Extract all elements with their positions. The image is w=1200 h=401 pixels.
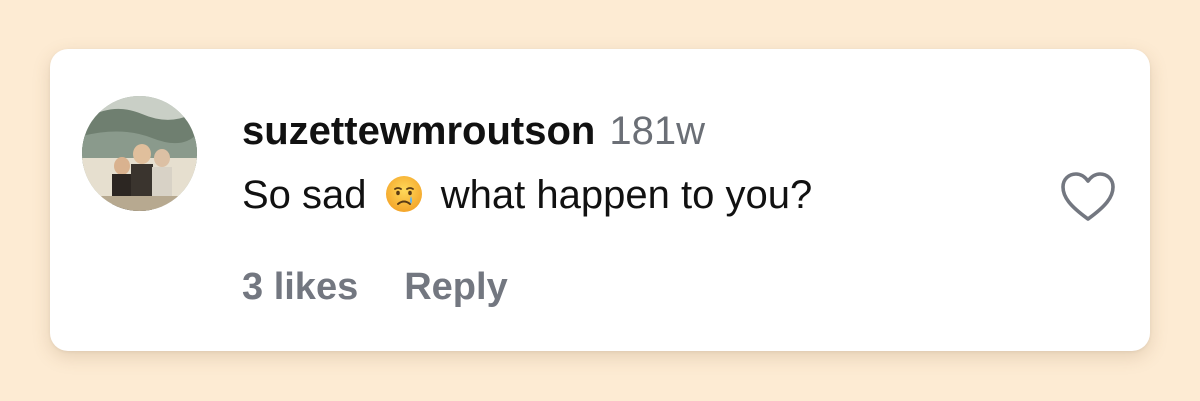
comment-text-end: what happen to you? <box>440 173 813 217</box>
avatar-photo <box>82 96 197 211</box>
comment-header: suzettewmroutson 181w <box>242 109 705 153</box>
avatar[interactable] <box>82 96 197 211</box>
crying-face-emoji-icon <box>384 174 424 225</box>
username-link[interactable]: suzettewmroutson <box>242 109 595 153</box>
reply-button[interactable]: Reply <box>404 266 507 308</box>
comment-actions: 3 likes Reply <box>242 265 508 309</box>
comment-text-start: So sad <box>242 173 367 217</box>
comment-timestamp[interactable]: 181w <box>609 109 705 153</box>
heart-outline-icon[interactable] <box>1058 169 1118 225</box>
likes-count-button[interactable]: 3 likes <box>242 266 358 308</box>
comment-text: So sad what happen to you? <box>242 171 812 225</box>
comment-card: suzettewmroutson 181w So sad what happen… <box>50 49 1150 351</box>
